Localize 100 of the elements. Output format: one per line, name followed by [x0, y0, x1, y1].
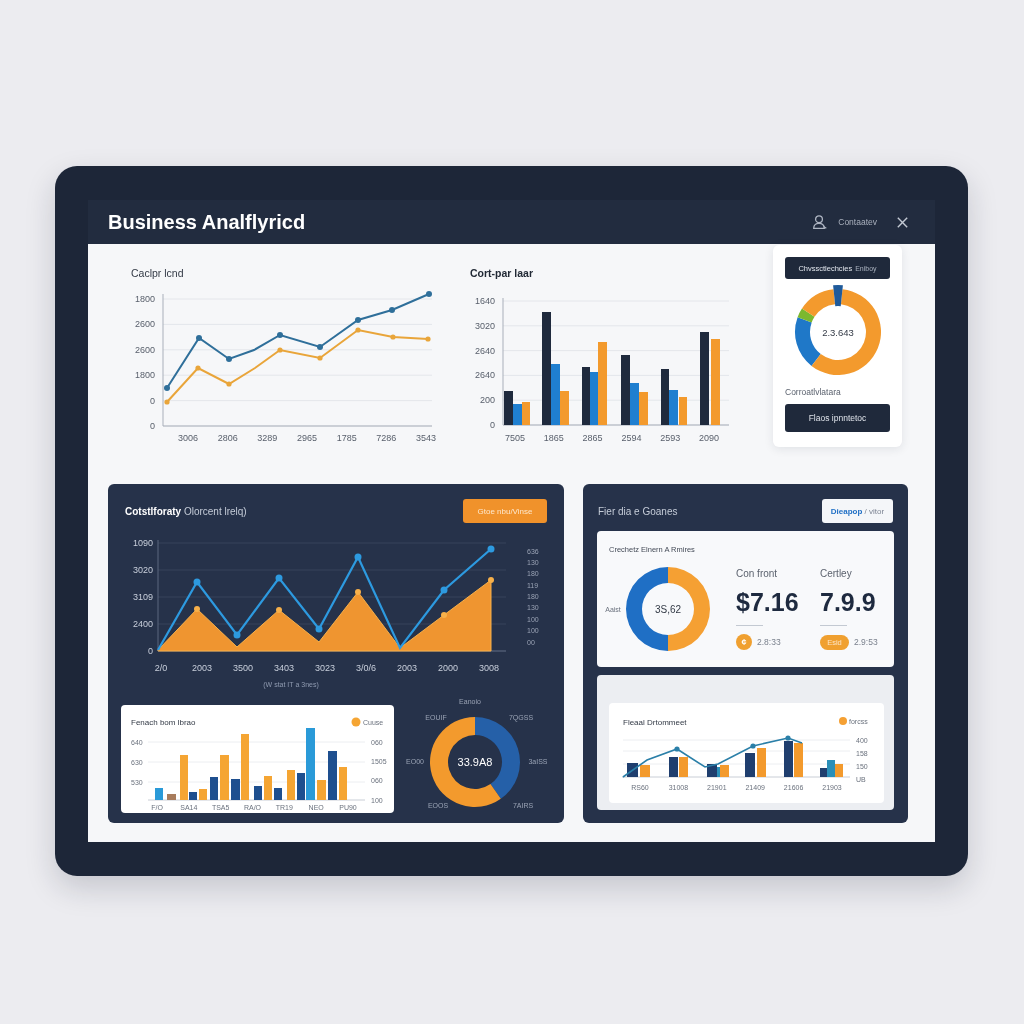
- account-button[interactable]: Contaatev: [813, 215, 877, 229]
- axis-label: 200: [479, 395, 495, 406]
- data-point: [275, 574, 283, 582]
- axis-label: 2965: [297, 433, 317, 443]
- bar: [640, 765, 650, 777]
- data-point: [487, 545, 495, 553]
- bar: [784, 741, 793, 777]
- axis-label: 2000: [438, 663, 458, 673]
- data-point: [426, 291, 432, 297]
- legend-dot-icon: [351, 717, 361, 727]
- data-point: [195, 365, 201, 371]
- data-point: [226, 381, 232, 387]
- donut-value: 2.3.643: [821, 326, 854, 338]
- bar: [627, 763, 638, 777]
- axis-label: 3020: [474, 320, 495, 331]
- axis-label: 2003: [397, 663, 417, 673]
- axis-label: 3020: [132, 565, 153, 575]
- bar: [220, 755, 229, 800]
- metric-note: 2.9:53: [854, 637, 878, 647]
- axis-label: 3500: [233, 663, 253, 673]
- data-point: [441, 612, 447, 618]
- bar: [287, 770, 295, 800]
- axis-label: 2806: [217, 433, 238, 443]
- bar: [679, 757, 688, 777]
- chart-title: Fenach bom lbrao: [131, 718, 196, 727]
- axis-label: 2865: [582, 433, 603, 443]
- data-point: [277, 332, 283, 338]
- axis-label: 3109: [132, 592, 153, 602]
- bar: [199, 789, 207, 800]
- axis-label: 7286: [376, 433, 397, 443]
- axis-label: 3006: [178, 433, 198, 443]
- panel-title: Fier dia e Goanes: [598, 505, 678, 517]
- data-point: [354, 553, 362, 561]
- metric-label: Con front: [736, 567, 778, 581]
- data-point: [193, 578, 201, 586]
- axis-label: 2593: [660, 433, 681, 443]
- axis-label: 2600: [134, 319, 155, 330]
- metric-value: 7.9.9: [820, 588, 876, 616]
- axis-label: 7505: [505, 433, 525, 443]
- data-point: [315, 625, 323, 633]
- axis-label: 2600: [134, 344, 155, 355]
- close-icon: [897, 216, 908, 228]
- data-point: [194, 606, 200, 612]
- axis-label: 2640: [474, 345, 495, 356]
- data-point: [390, 334, 396, 340]
- bar: [317, 780, 326, 800]
- bar: [794, 743, 803, 777]
- data-point: [674, 746, 680, 752]
- axis-label: 2090: [699, 433, 719, 443]
- metric-note: 2.8:33: [757, 637, 781, 647]
- details-button[interactable]: Flaos ipnntetoc: [785, 404, 890, 432]
- data-point: [164, 399, 170, 405]
- summary-caption: Corroatlvlatara: [785, 386, 841, 398]
- data-point: [355, 327, 361, 333]
- coin-icon: ¢: [736, 634, 752, 650]
- axis-label: 2400: [132, 619, 153, 629]
- bar: [210, 777, 218, 800]
- axis-label: 1865: [543, 433, 564, 443]
- bar: [669, 757, 678, 777]
- legend-dot-icon: [839, 717, 847, 725]
- axis-label: 1640: [474, 296, 495, 306]
- metric-value: $7.16: [736, 588, 799, 616]
- axis-label: 0: [150, 395, 155, 406]
- axis-label: 3543: [416, 433, 436, 443]
- axis-label: 3023: [315, 663, 335, 673]
- axis-label: 0: [150, 421, 155, 431]
- axis-label: 3008: [479, 663, 499, 673]
- data-point: [164, 385, 170, 391]
- data-point: [440, 586, 448, 594]
- user-icon: [813, 215, 828, 229]
- panel-title: Cotstlforaty Olorcent lrelq): [125, 505, 247, 517]
- axis-label: 2003: [192, 663, 212, 673]
- bar: [745, 753, 755, 777]
- bar: [757, 748, 766, 777]
- data-point: [750, 743, 756, 749]
- bar: [264, 776, 272, 800]
- window-title: Business Analflyricd: [108, 210, 306, 234]
- bar: [339, 767, 347, 800]
- chart-title: Fleaal Drtommeet: [623, 718, 687, 727]
- donut-pointer: [832, 285, 843, 307]
- chart-title: Caclpr lcnd: [131, 267, 184, 279]
- axis-label: 2/0: [154, 663, 168, 673]
- axis-label: 1090: [132, 538, 153, 548]
- donut-value: 33.9A8: [457, 756, 493, 768]
- data-point: [785, 735, 791, 741]
- data-point: [488, 577, 494, 583]
- data-point: [233, 631, 241, 639]
- data-point: [317, 344, 323, 350]
- bar: [155, 788, 163, 800]
- chart-title: Cort-par laar: [470, 267, 533, 279]
- metric-label: Certley: [820, 567, 852, 581]
- axis-label: 3403: [274, 663, 294, 673]
- view-button[interactable]: Dieapop / vitor: [822, 499, 893, 523]
- axis-label: 0: [490, 420, 495, 430]
- close-button[interactable]: [897, 216, 908, 228]
- data-point: [389, 307, 395, 313]
- axis-label: 3289: [257, 433, 278, 443]
- donut-value: 3S,62: [654, 603, 682, 615]
- axis-label: 2640: [474, 370, 495, 381]
- axis-label: 1785: [336, 433, 357, 443]
